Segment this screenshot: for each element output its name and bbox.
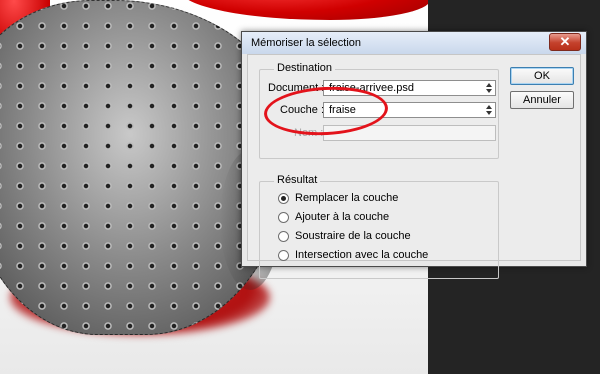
radio-label: Intersection avec la couche	[295, 249, 429, 261]
result-group: Résultat Remplacer la couche Ajouter à l…	[259, 174, 499, 279]
strawberry-red-area	[180, 0, 428, 20]
radio-button[interactable]	[278, 212, 289, 223]
radio-button[interactable]	[278, 231, 289, 242]
radio-button-checked[interactable]	[278, 193, 289, 204]
radio-label: Remplacer la couche	[295, 192, 399, 204]
radio-button[interactable]	[278, 250, 289, 261]
ok-button[interactable]: OK	[510, 67, 574, 85]
result-legend: Résultat	[274, 174, 321, 186]
dialog-body: Destination Document : fraise-arrivee.ps…	[247, 54, 581, 279]
select-arrows-icon	[485, 104, 493, 116]
close-icon: ✕	[559, 34, 571, 49]
select-arrows-icon	[485, 82, 493, 94]
destination-legend: Destination	[274, 62, 336, 74]
dialog-title: Mémoriser la sélection	[251, 37, 362, 49]
radio-label: Ajouter à la couche	[295, 211, 390, 223]
save-selection-dialog: Mémoriser la sélection ✕ Destination Doc…	[241, 31, 587, 279]
dialog-titlebar[interactable]: Mémoriser la sélection ✕	[242, 32, 586, 54]
cancel-button[interactable]: Annuler	[510, 91, 574, 109]
close-button[interactable]: ✕	[549, 33, 581, 51]
radio-label: Soustraire de la couche	[295, 230, 411, 242]
